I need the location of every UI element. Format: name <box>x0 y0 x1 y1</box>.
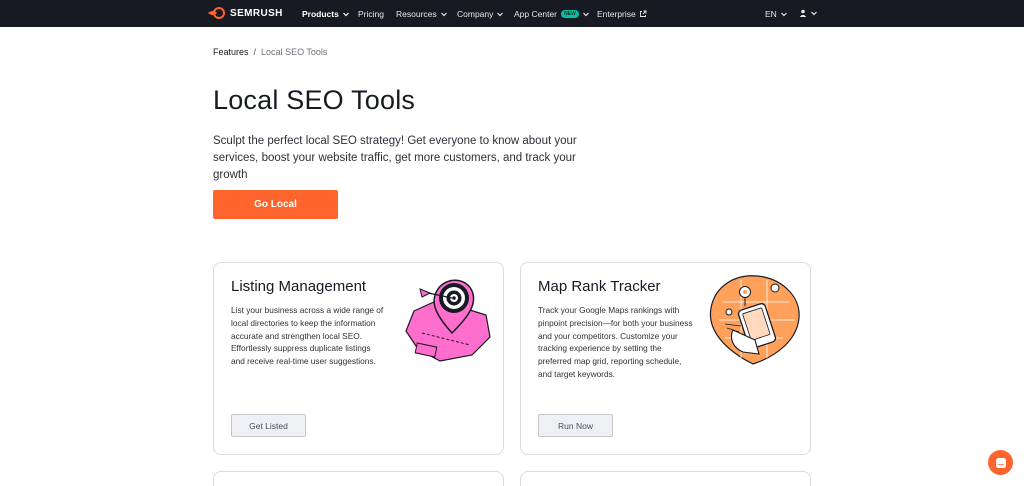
chevron-down-icon <box>497 12 504 17</box>
nav-company[interactable]: Company <box>457 9 504 19</box>
nav-pricing[interactable]: Pricing <box>358 9 384 19</box>
next-card-partial <box>520 471 811 486</box>
page-title: Local SEO Tools <box>213 85 416 115</box>
breadcrumb: Features / Local SEO Tools <box>213 47 327 57</box>
next-card-partial <box>213 471 504 486</box>
nav-enterprise-label: Enterprise <box>597 9 636 19</box>
top-navigation-bar: SEMRUSH Products Pricing Resources Compa… <box>0 0 1024 27</box>
logo-text: SEMRUSH <box>230 7 283 19</box>
user-icon <box>799 9 807 17</box>
nav-app-center[interactable]: App Center NEW <box>514 9 590 19</box>
nav-resources[interactable]: Resources <box>396 9 448 19</box>
nav-products-label: Products <box>302 9 339 19</box>
chevron-down-icon <box>780 12 787 17</box>
page-subtitle: Sculpt the perfect local SEO strategy! G… <box>213 135 577 181</box>
nav-products[interactable]: Products <box>302 9 350 19</box>
pink-location-pin-illustration <box>405 279 491 362</box>
language-label: EN <box>765 9 777 19</box>
nav-enterprise[interactable]: Enterprise <box>597 9 647 19</box>
chevron-down-icon <box>811 11 817 16</box>
nav-company-label: Company <box>457 9 494 19</box>
semrush-logo-icon <box>208 7 225 19</box>
map-rank-tracker-card: Map Rank Tracker Track your Google Maps … <box>520 262 811 455</box>
card-title: Listing Management <box>231 278 367 295</box>
breadcrumb-features-link[interactable]: Features <box>213 47 249 57</box>
breadcrumb-current: Local SEO Tools <box>261 47 328 57</box>
nav-resources-label: Resources <box>396 9 437 19</box>
go-local-button[interactable]: Go Local <box>213 190 338 219</box>
chevron-down-icon <box>440 12 447 17</box>
run-now-button[interactable]: Run Now <box>538 414 613 437</box>
external-link-icon <box>639 10 647 17</box>
semrush-logo[interactable]: SEMRUSH <box>208 7 283 19</box>
nav-pricing-label: Pricing <box>358 9 384 19</box>
card-title: Map Rank Tracker <box>538 278 661 295</box>
listing-management-card: Listing Management List your business ac… <box>213 262 504 455</box>
breadcrumb-separator: / <box>253 47 257 57</box>
chevron-down-icon <box>342 12 349 17</box>
user-menu[interactable] <box>799 9 818 17</box>
chat-icon <box>995 457 1006 468</box>
card-description: List your business across a wide range o… <box>231 305 384 367</box>
orange-map-tracker-illustration <box>709 275 800 365</box>
get-listed-button[interactable]: Get Listed <box>231 414 306 437</box>
chevron-down-icon <box>582 12 589 17</box>
card-description: Track your Google Maps rankings with pin… <box>538 305 693 379</box>
language-selector[interactable]: EN <box>765 9 788 19</box>
chat-button[interactable] <box>988 450 1013 475</box>
new-badge: NEW <box>561 10 579 18</box>
nav-app-center-label: App Center <box>514 9 557 19</box>
